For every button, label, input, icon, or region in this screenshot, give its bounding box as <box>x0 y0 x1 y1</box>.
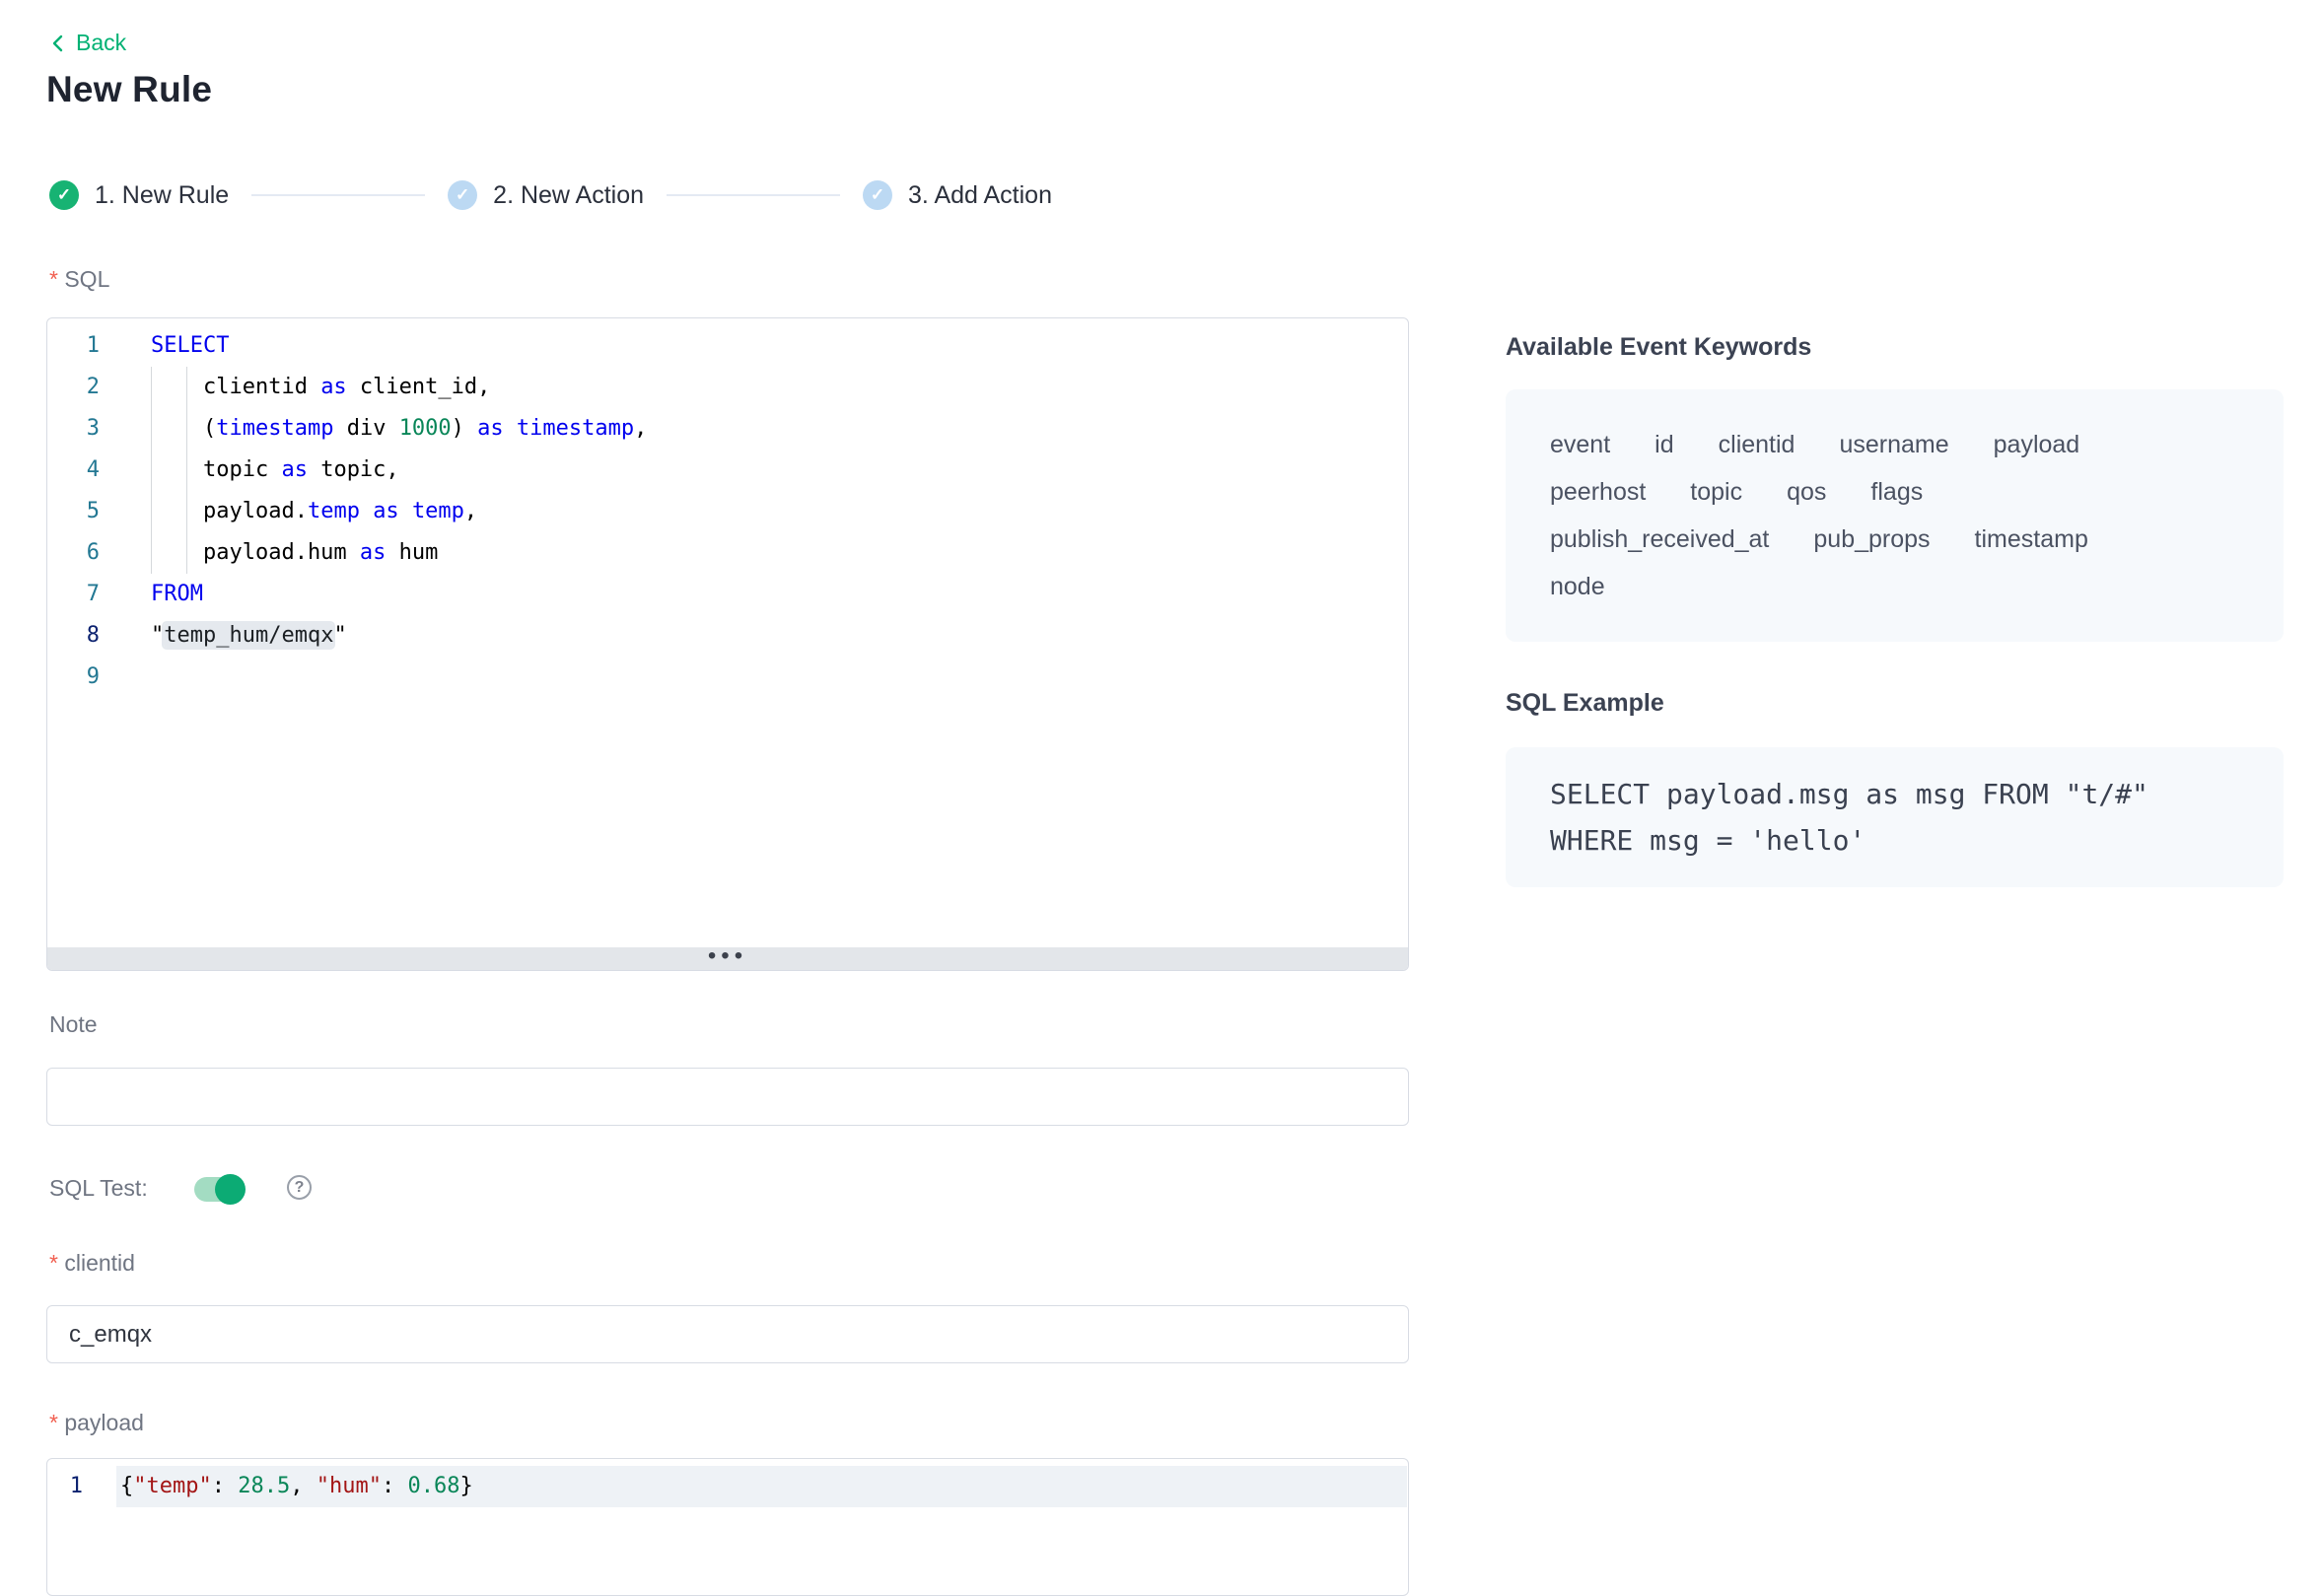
payload-code-editor[interactable]: 1 {"temp": 28.5, "hum": 0.68} <box>46 1458 1409 1596</box>
step-label: 2. New Action <box>493 181 644 210</box>
code-text: payload.hum as hum <box>151 532 438 574</box>
note-input[interactable] <box>46 1068 1409 1126</box>
keyword-chip: id <box>1654 421 1673 468</box>
sql-code-lines: 1SELECT2 clientid as client_id,3 (timest… <box>47 325 1408 698</box>
keyword-chip: topic <box>1690 468 1742 516</box>
keyword-chip: payload <box>1994 421 2080 468</box>
code-line: 2 clientid as client_id, <box>47 367 1408 408</box>
help-icon[interactable]: ? <box>287 1175 312 1200</box>
keyword-row: peerhost topic qos flags <box>1550 468 2239 516</box>
step-connector <box>251 194 425 196</box>
code-text: topic as topic, <box>151 450 399 491</box>
code-text: (timestamp div 1000) as timestamp, <box>151 408 647 450</box>
sql-example-box: SELECT payload.msg as msg FROM "t/#"WHER… <box>1506 747 2284 887</box>
back-label: Back <box>76 30 126 56</box>
line-number: 7 <box>47 574 100 615</box>
step-label: 3. Add Action <box>908 181 1052 210</box>
keyword-chip: qos <box>1787 468 1826 516</box>
keyword-chip: timestamp <box>1975 516 2088 563</box>
sql-test-toggle[interactable] <box>194 1177 244 1202</box>
keywords-title: Available Event Keywords <box>1506 333 2284 362</box>
clientid-field-label: clientid <box>49 1250 135 1277</box>
page-title: New Rule <box>46 69 212 110</box>
sql-test-label: SQL Test: <box>49 1175 148 1202</box>
code-text: SELECT <box>151 325 229 367</box>
help-panel: Available Event Keywords eventid clientid… <box>1506 333 2284 887</box>
step-add-action[interactable]: ✓ 3. Add Action <box>863 180 1052 210</box>
keyword-chip: flags <box>1870 468 1923 516</box>
sql-code-editor[interactable]: 1SELECT2 clientid as client_id,3 (timest… <box>46 317 1409 971</box>
code-line: 3 (timestamp div 1000) as timestamp, <box>47 408 1408 450</box>
code-line: 7 FROM <box>47 574 1408 615</box>
step-connector <box>667 194 840 196</box>
keyword-chip: username <box>1839 421 1948 468</box>
note-field-label: Note <box>49 1011 98 1038</box>
keyword-chip: node <box>1550 563 1605 610</box>
line-number: 1 <box>47 1466 83 1507</box>
line-number: 1 <box>47 325 100 367</box>
chevron-left-icon <box>49 34 67 53</box>
example-code-line: SELECT payload.msg as msg FROM "t/#" <box>1550 771 2239 817</box>
steps-bar: ✓ 1. New Rule ✓ 2. New Action ✓ 3. Add A… <box>49 180 1052 210</box>
keyword-chip: publish_received_at <box>1550 516 1769 563</box>
payload-field-label: payload <box>49 1410 144 1436</box>
code-line: 4 topic as topic, <box>47 450 1408 491</box>
line-number: 2 <box>47 367 100 408</box>
check-icon: ✓ <box>863 180 892 210</box>
line-number: 8 <box>47 615 100 657</box>
toggle-knob <box>215 1174 246 1205</box>
code-line: 5 payload.temp as temp, <box>47 491 1408 532</box>
back-link[interactable]: Back <box>49 30 126 56</box>
editor-resize-handle[interactable]: ••• <box>47 947 1408 970</box>
code-text: {"temp": 28.5, "hum": 0.68} <box>120 1466 473 1507</box>
new-rule-page: Back New Rule ✓ 1. New Rule ✓ 2. New Act… <box>0 0 2323 1546</box>
drag-dots-icon: ••• <box>708 951 747 967</box>
keyword-chip: peerhost <box>1550 468 1646 516</box>
code-line: 8 "temp_hum/emqx" <box>47 615 1408 657</box>
keyword-chip: clientid <box>1719 421 1795 468</box>
keyword-row: eventid clientid username payload <box>1550 421 2239 468</box>
line-number: 5 <box>47 491 100 532</box>
code-text: clientid as client_id, <box>151 367 490 408</box>
line-number: 9 <box>47 657 100 698</box>
keyword-row: publish_received_at pub_props timestamp <box>1550 516 2239 563</box>
payload-code-lines: 1 {"temp": 28.5, "hum": 0.68} <box>47 1466 1408 1507</box>
line-number: 4 <box>47 450 100 491</box>
check-icon: ✓ <box>49 180 79 210</box>
keywords-box: eventid clientid username payload peerhost to… <box>1506 389 2284 642</box>
code-line: 9 <box>47 657 1408 698</box>
code-text: "temp_hum/emqx" <box>151 615 347 657</box>
code-text: payload.temp as temp, <box>151 491 477 532</box>
code-line: 1 SELECT <box>47 325 1408 367</box>
step-label: 1. New Rule <box>95 181 229 210</box>
sql-field-label: SQL <box>49 266 109 293</box>
line-number: 6 <box>47 532 100 574</box>
example-code-line: WHERE msg = 'hello' <box>1550 817 2239 864</box>
step-new-action[interactable]: ✓ 2. New Action <box>448 180 644 210</box>
clientid-input[interactable] <box>46 1305 1409 1363</box>
keyword-row: node <box>1550 563 2239 610</box>
line-number: 3 <box>47 408 100 450</box>
keyword-chip: event <box>1550 421 1610 468</box>
code-line: 6 payload.hum as hum <box>47 532 1408 574</box>
keyword-chip: pub_props <box>1813 516 1930 563</box>
code-line: 1 {"temp": 28.5, "hum": 0.68} <box>47 1466 1408 1507</box>
step-new-rule[interactable]: ✓ 1. New Rule <box>49 180 229 210</box>
sql-example-title: SQL Example <box>1506 689 2284 718</box>
code-text: FROM <box>151 574 203 615</box>
check-icon: ✓ <box>448 180 477 210</box>
